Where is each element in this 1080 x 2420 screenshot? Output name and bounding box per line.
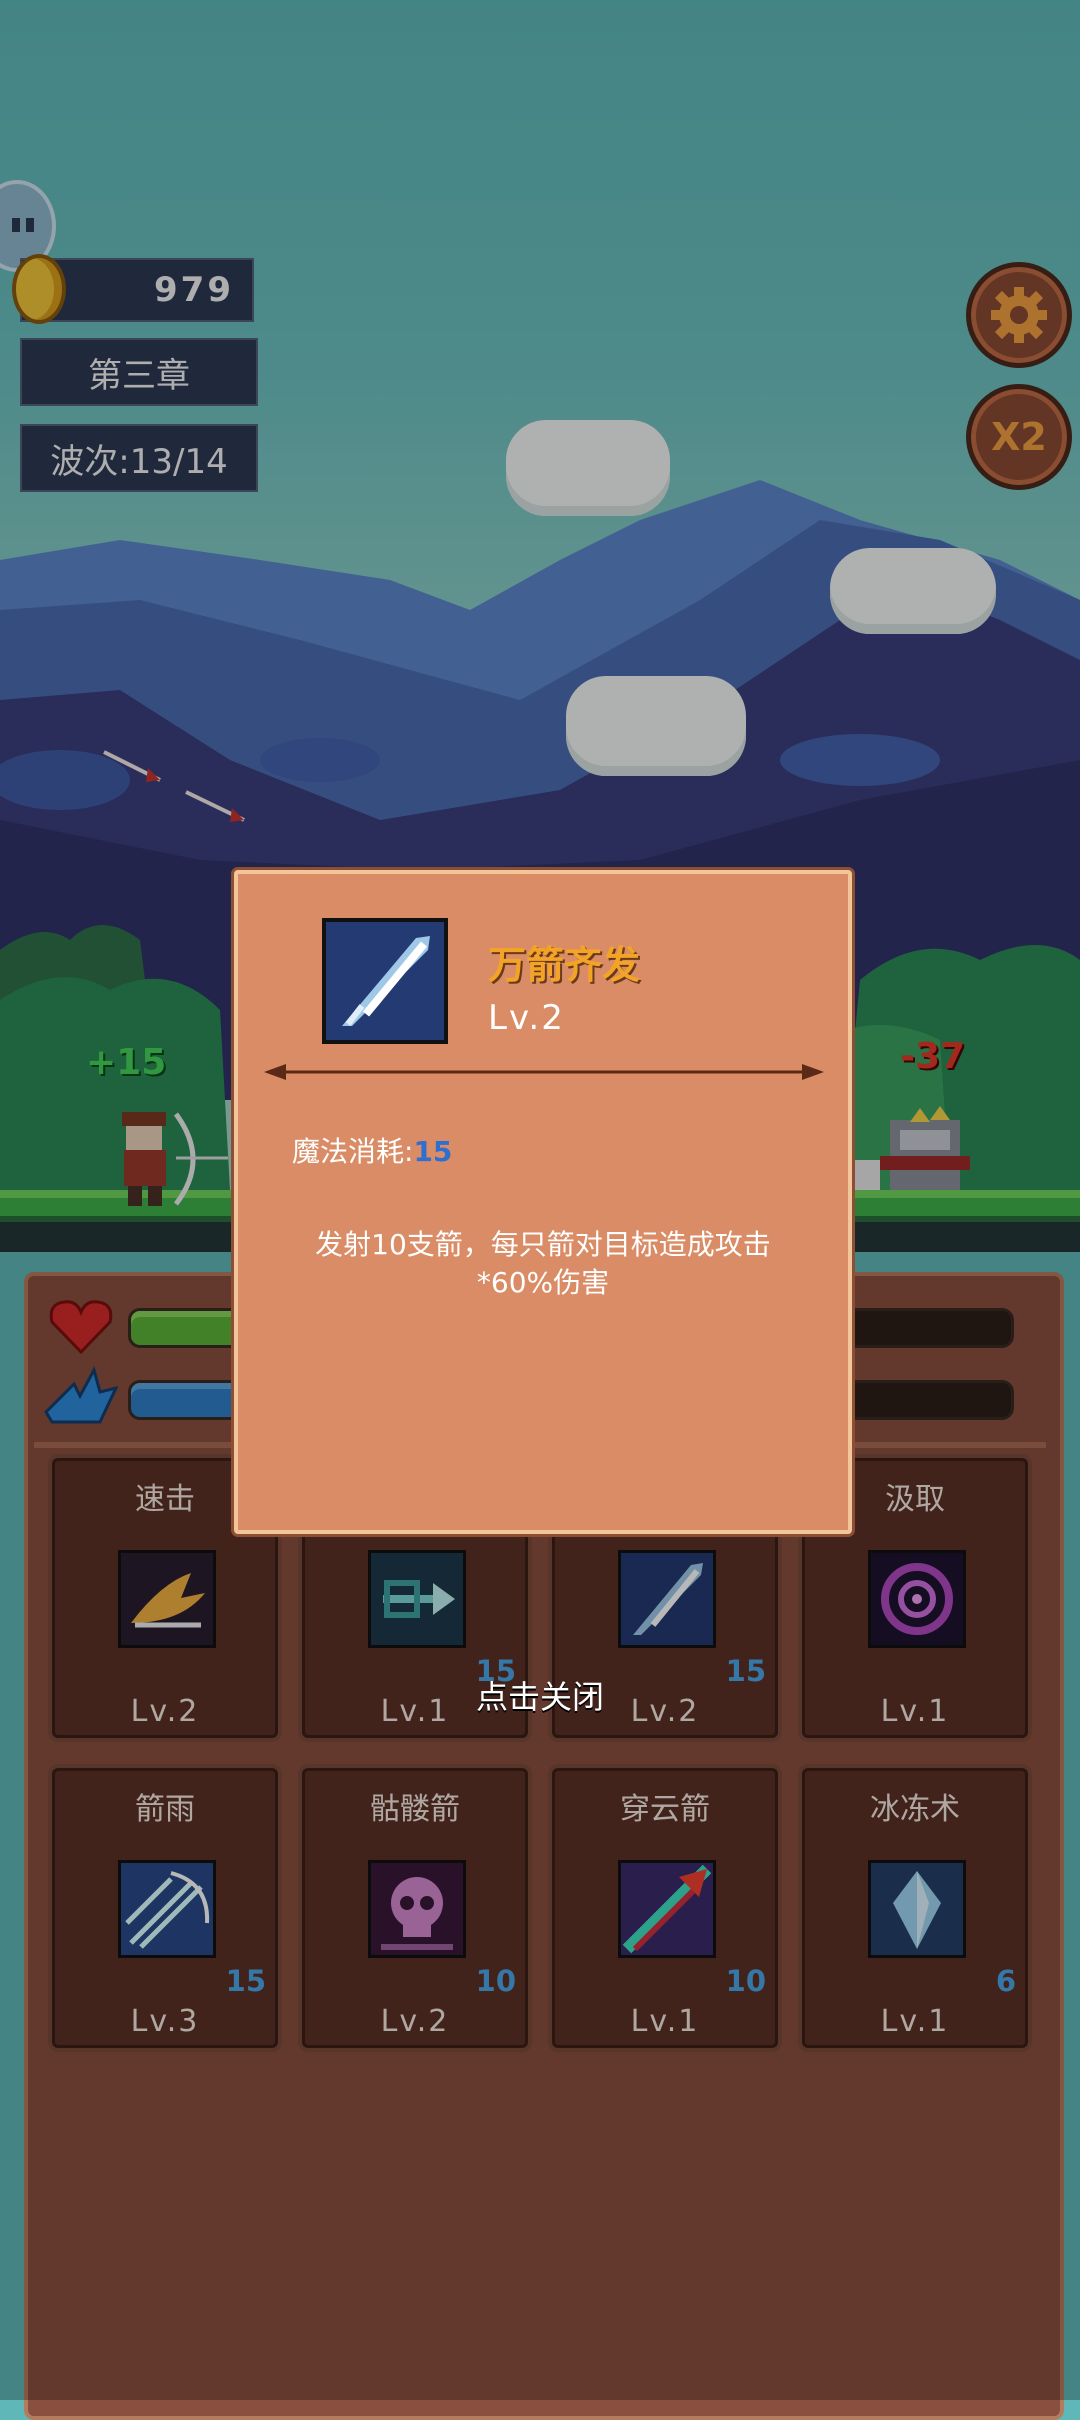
skill-description: 发射10支箭，每只箭对目标造成攻击*60%伤害 (315, 1228, 771, 1299)
tap-to-close-hint[interactable]: 点击关闭 (0, 1672, 1080, 1718)
divider-arrow (264, 1064, 824, 1080)
mana-cost-label: 魔法消耗: (292, 1135, 414, 1168)
skill-icon-frame (322, 918, 448, 1044)
skill-detail-popup: 万箭齐发 Lv.2 魔法消耗:15 发射10支箭，每只箭对目标造成攻击*60%伤… (234, 870, 852, 1534)
skill-name: 万箭齐发 (488, 943, 641, 987)
skill-level: Lv.2 (488, 998, 565, 1038)
arrow-volley-icon (326, 922, 444, 1040)
mana-cost-row: 魔法消耗:15 (292, 1130, 452, 1170)
mana-cost-value: 15 (413, 1135, 453, 1168)
